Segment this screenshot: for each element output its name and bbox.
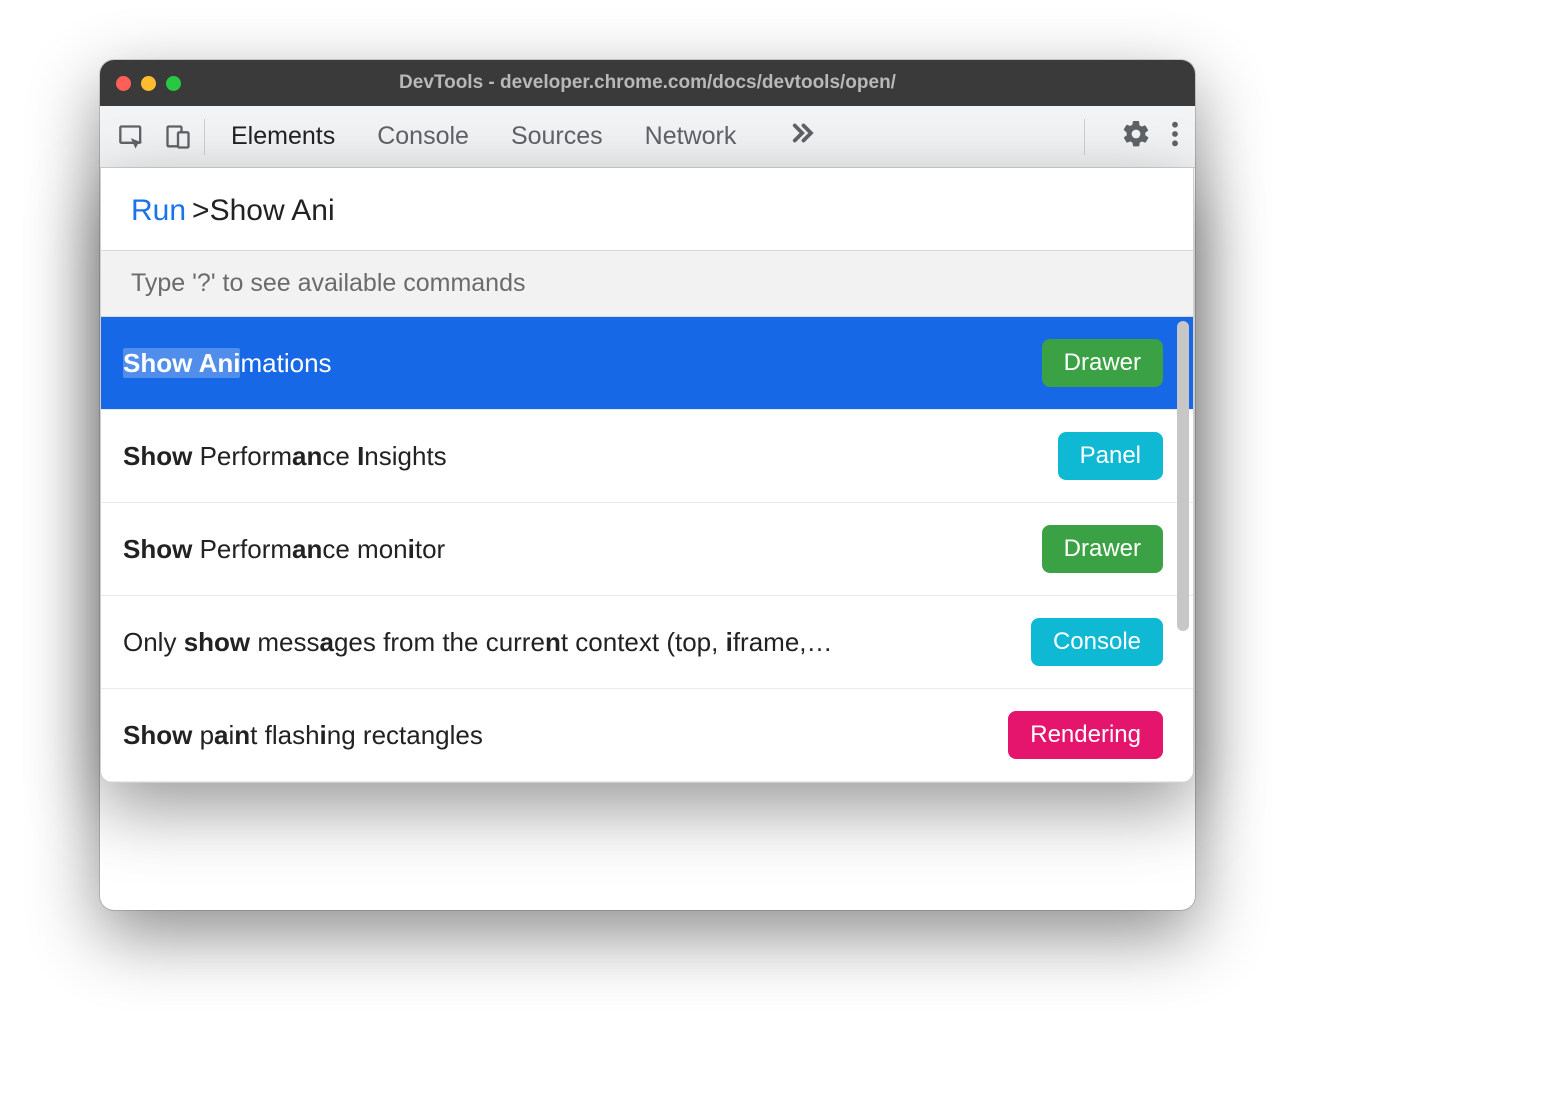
toolbar-divider-right xyxy=(1084,119,1085,155)
command-result-item[interactable]: Show Performance monitor Drawer xyxy=(101,503,1193,596)
command-result-badge: Drawer xyxy=(1042,339,1163,387)
traffic-lights xyxy=(116,76,181,91)
maximize-window-button[interactable] xyxy=(166,76,181,91)
command-result-label: Only show messages from the current cont… xyxy=(123,627,833,658)
command-result-item[interactable]: Show Performance Insights Panel xyxy=(101,410,1193,503)
command-hint: Type '?' to see available commands xyxy=(101,251,1193,317)
command-result-label: Show Performance monitor xyxy=(123,534,445,565)
minimize-window-button[interactable] xyxy=(141,76,156,91)
device-toggle-icon[interactable] xyxy=(164,123,192,151)
kebab-menu-icon[interactable] xyxy=(1171,120,1179,153)
command-result-badge: Console xyxy=(1031,618,1163,666)
tab-console[interactable]: Console xyxy=(377,122,469,151)
command-result-item[interactable]: Only show messages from the current cont… xyxy=(101,596,1193,689)
window-title: DevTools - developer.chrome.com/docs/dev… xyxy=(100,72,1195,94)
command-result-item[interactable]: Show paint flashing rectangles Rendering xyxy=(101,689,1193,782)
tab-sources[interactable]: Sources xyxy=(511,122,603,151)
command-result-badge: Drawer xyxy=(1042,525,1163,573)
command-results: Show Animations Drawer Show Performance In… xyxy=(101,317,1193,782)
tab-elements[interactable]: Elements xyxy=(231,122,335,151)
devtools-toolbar: Elements Console Sources Network xyxy=(100,106,1195,168)
command-prefix: Run xyxy=(131,194,186,228)
panel-tabs: Elements Console Sources Network xyxy=(221,118,1072,155)
close-window-button[interactable] xyxy=(116,76,131,91)
command-query: >Show Ani xyxy=(192,194,335,228)
inspect-element-icon[interactable] xyxy=(118,123,146,151)
tab-network[interactable]: Network xyxy=(645,122,737,151)
toolbar-divider xyxy=(204,119,205,155)
more-tabs-icon[interactable] xyxy=(786,118,816,155)
command-result-badge: Panel xyxy=(1058,432,1163,480)
command-result-label: Show paint flashing rectangles xyxy=(123,720,483,751)
command-input[interactable]: Run >Show Ani xyxy=(101,168,1193,251)
command-result-item[interactable]: Show Animations Drawer xyxy=(101,317,1193,410)
command-menu: Run >Show Ani Type '?' to see available … xyxy=(100,168,1194,783)
command-result-label: Show Performance Insights xyxy=(123,441,447,472)
command-result-badge: Rendering xyxy=(1008,711,1163,759)
command-result-label: Show Animations xyxy=(123,348,332,379)
results-scrollbar[interactable] xyxy=(1177,321,1189,631)
titlebar: DevTools - developer.chrome.com/docs/dev… xyxy=(100,60,1195,106)
settings-gear-icon[interactable] xyxy=(1121,119,1151,154)
